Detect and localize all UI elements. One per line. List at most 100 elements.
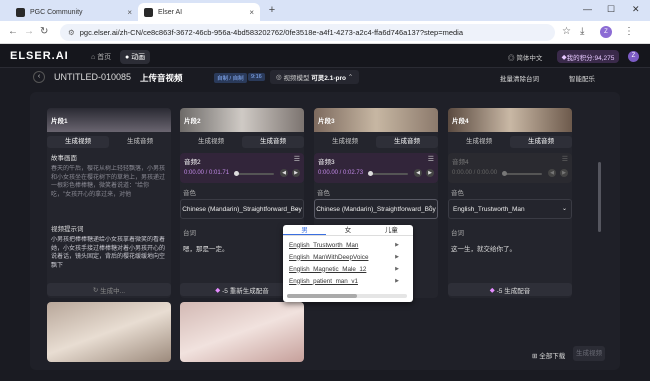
chevron-down-icon: ⌄ [561,206,567,212]
mode-toggle: 生成视频 生成音频 [448,136,572,148]
model-icon: ◎ [276,74,282,81]
ratio-badge: 9:16 [248,73,265,81]
generate-voice-button[interactable]: ◆ -5 生成配音 [448,283,572,296]
close-tab-icon[interactable]: × [127,8,132,17]
browser-tab-elser[interactable]: Elser AI × [138,3,260,21]
volume-icon[interactable]: ◀ [548,169,556,177]
voice-label: 音色 [183,190,196,197]
list-icon[interactable]: ☰ [562,155,568,163]
voice-option[interactable]: English_Magnetic_Male_12 ▶ [283,263,413,275]
generating-button[interactable]: ↻ 生成中... [47,283,171,296]
site-info-icon[interactable]: ⚙ [68,28,75,37]
tab-generate-video[interactable]: 生成视频 [448,136,510,148]
forward-icon[interactable]: → [24,26,34,37]
volume-icon[interactable]: ◀ [280,169,288,177]
project-bar: ‹ UNTITLED-010085 上传音视频 自制 / 自制 9:16 ◎ 视… [30,70,620,88]
step-title: 上传音视频 [140,73,183,83]
audio-knob[interactable] [234,171,239,176]
segment-thumbnail[interactable] [180,302,304,362]
tab-female[interactable]: 女 [326,225,369,235]
voice-select[interactable]: Chinese (Mandarin)_Straightforward_Boy ⌃ [314,199,438,219]
style-badge: 自制 / 自制 [214,73,247,83]
voice-option[interactable]: English_patient_man_v1 ▶ [283,275,413,287]
tab-generate-video[interactable]: 生成视频 [314,136,376,148]
language-selector[interactable]: ◎ 简体中文 [508,52,542,62]
close-window-icon[interactable]: ✕ [632,4,640,15]
line-text[interactable]: 这一生，就交给你了。 [451,243,572,253]
url-field[interactable]: ⚙ pgc.elser.ai/zh-CN/ce8c863f-3672-46cb-… [60,24,555,41]
back-icon[interactable]: ← [8,26,18,37]
audio-progress[interactable] [236,173,274,175]
tab-male[interactable]: 男 [283,225,327,235]
browser-tab-bar: PGC Community × Elser AI × + — ☐ ✕ [0,0,650,21]
segment-thumbnail[interactable] [47,302,171,362]
audio-progress[interactable] [504,173,542,175]
play-icon[interactable]: ▶ [395,242,399,248]
minimize-icon[interactable]: — [583,4,592,14]
logo[interactable]: ELSER.AI [10,50,69,62]
play-icon[interactable]: ▶ [560,169,568,177]
video-model-selector[interactable]: ◎ 视频模型 可灵2.1-pro ⌃ [270,70,360,84]
close-tab-icon[interactable]: × [249,8,254,17]
segment-thumbnail[interactable]: 片段2 [180,108,304,132]
generate-video-button[interactable]: 生成视频 [573,346,605,361]
audio-name: 音频4 [452,159,469,166]
list-icon[interactable]: ☰ [428,155,434,163]
tab-generate-audio[interactable]: 生成音频 [510,136,572,148]
new-tab-icon[interactable]: + [265,3,279,17]
tab-generate-video[interactable]: 生成视频 [180,136,242,148]
nav-home[interactable]: ⌂ 首页 [86,50,116,64]
segment-card-1: 片段1 生成视频 生成音频 故事画面 春天的午后，樱花从树上轻轻飘落，小男孩和小… [47,108,171,298]
prompt-title: 视频提示词 [51,226,84,233]
tab-title: Elser AI [158,8,183,16]
bookmark-icon[interactable]: ☆ [562,26,571,37]
avatar[interactable]: Z [628,51,639,62]
story-text[interactable]: 春天的午后，樱花从树上轻轻飘落，小男孩和小女孩坐在樱花树下的草地上，男孩递过一根… [51,165,167,207]
project-name: UNTITLED-010085 [54,72,132,82]
voice-option[interactable]: English_Trustworth_Man ▶ [283,239,413,251]
vertical-scrollbar[interactable] [598,162,601,232]
scrollbar-thumb[interactable] [287,294,357,298]
segment-thumbnail[interactable]: 片段1 [47,108,171,132]
play-icon[interactable]: ▶ [395,266,399,272]
play-icon[interactable]: ▶ [426,169,434,177]
smart-music-button[interactable]: 智能配乐 [569,73,595,83]
download-icon[interactable]: ⤓ [580,26,584,37]
nav-animation[interactable]: ● 动画 [120,50,151,64]
story-title: 故事画面 [51,155,77,162]
audio-knob[interactable] [368,171,373,176]
address-bar: ← → ↻ ⚙ pgc.elser.ai/zh-CN/ce8c863f-3672… [0,21,650,44]
profile-avatar[interactable]: Z [600,26,612,38]
play-icon[interactable]: ▶ [395,278,399,284]
maximize-icon[interactable]: ☐ [607,4,615,15]
tab-generate-video[interactable]: 生成视频 [47,136,109,148]
audio-progress[interactable] [370,173,408,175]
play-icon[interactable]: ▶ [292,169,300,177]
horizontal-scrollbar[interactable] [287,294,407,298]
download-all-button[interactable]: ⊞ 全部下载 [532,350,565,360]
audio-knob[interactable] [502,171,507,176]
play-icon[interactable]: ▶ [395,254,399,260]
voice-select[interactable]: English_Trustworth_Man ⌄ [448,199,572,219]
audio-time: 0:00.00 / 0:02.73 [318,170,364,176]
voice-select[interactable]: Chinese (Mandarin)_Straightforward_Boy ⌄ [180,199,304,219]
volume-icon[interactable]: ◀ [414,169,422,177]
prompt-text[interactable]: 小男孩把棒棒糖递给小女孩拿着微笑的看着她，小女孩手接过棒棒糖对着小男孩开心的说着… [51,236,167,270]
browser-tab-pgc[interactable]: PGC Community × [10,3,138,21]
back-button[interactable]: ‹ [33,71,45,83]
chevron-down-icon: ⌄ [293,206,299,212]
segment-thumbnail[interactable]: 片段3 [314,108,438,132]
reload-icon[interactable]: ↻ [40,26,48,37]
segment-thumbnail[interactable]: 片段4 [448,108,572,132]
voice-option[interactable]: English_ManWithDeepVoice ▶ [283,251,413,263]
tab-children[interactable]: 儿童 [370,225,413,235]
menu-icon[interactable]: ⋮ [624,26,634,37]
list-icon[interactable]: ☰ [294,155,300,163]
audio-player: 音频3 ☰ 0:00.00 / 0:02.73 ◀ ▶ [314,153,438,183]
tab-generate-audio[interactable]: 生成音频 [376,136,438,148]
credits-badge[interactable]: ◆ 我的积分:94,275 [557,50,619,63]
tab-generate-audio[interactable]: 生成音频 [109,136,171,148]
mode-toggle: 生成视频 生成音频 [180,136,304,148]
tab-generate-audio[interactable]: 生成音频 [242,136,304,148]
bulk-clear-button[interactable]: 批量清除台词 [500,73,539,83]
